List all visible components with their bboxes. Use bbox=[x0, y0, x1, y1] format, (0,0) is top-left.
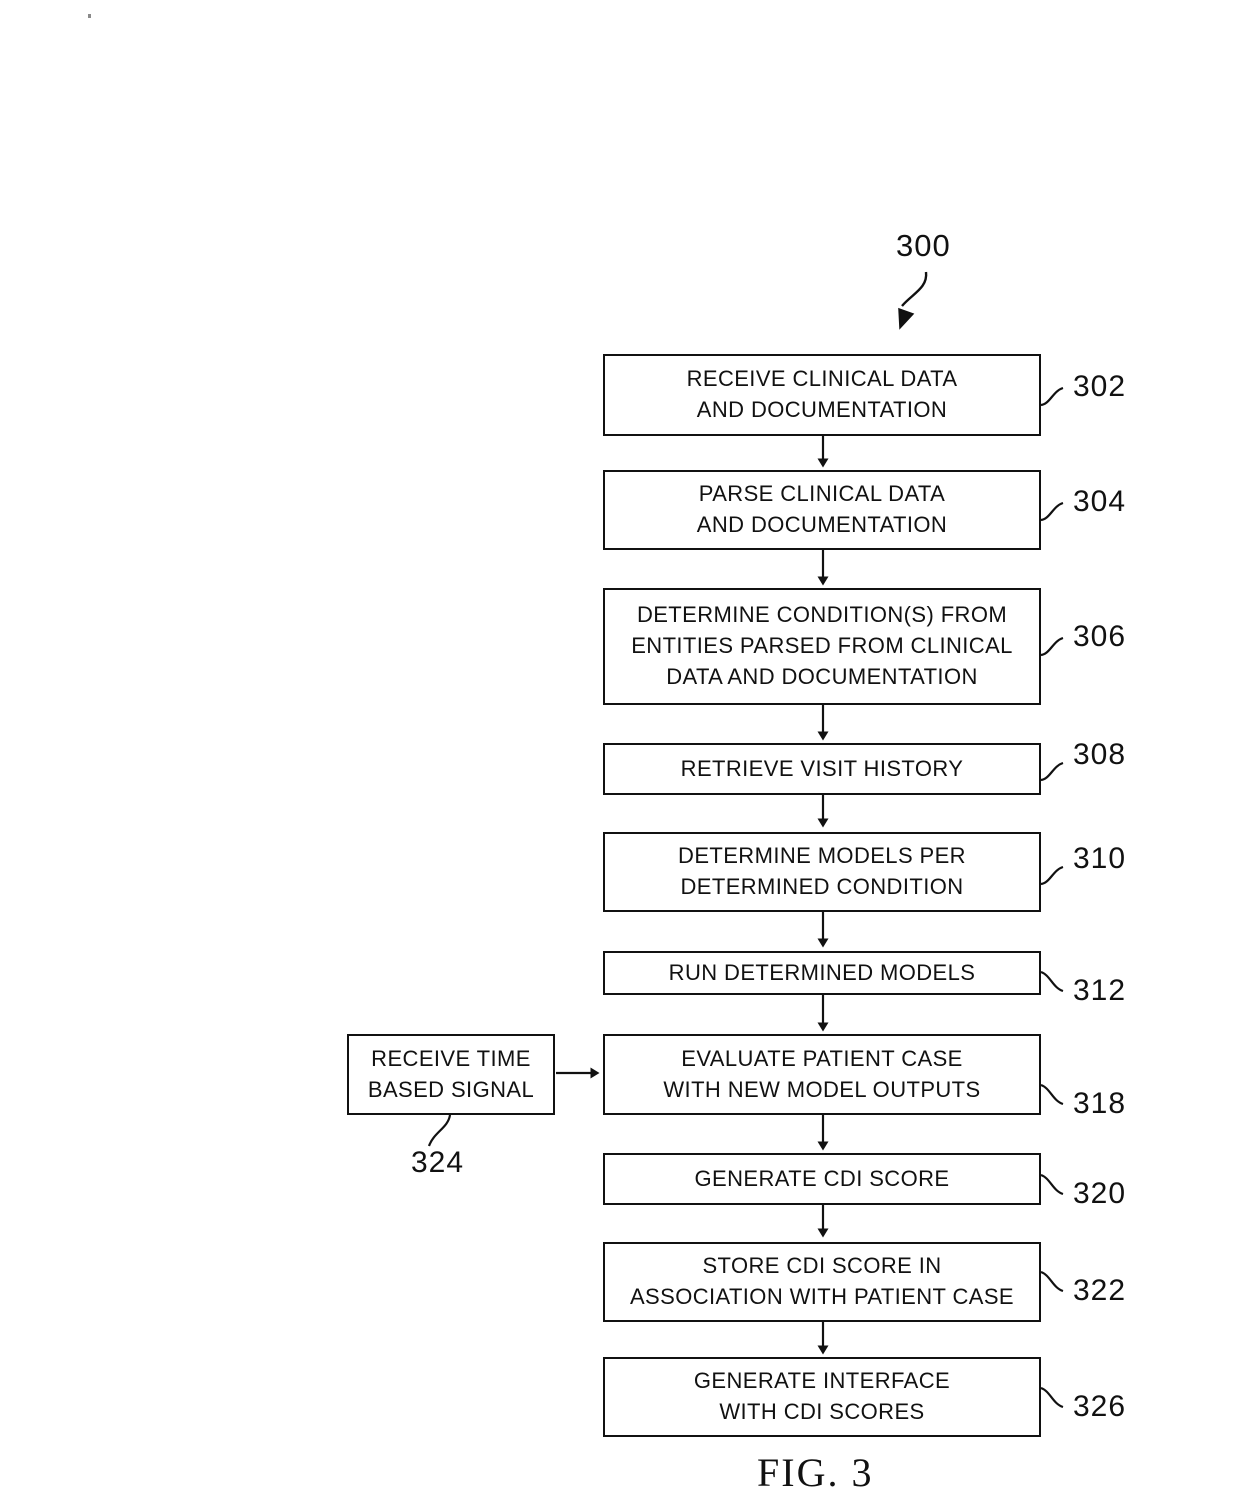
leader-line-322 bbox=[1040, 1270, 1064, 1293]
figure-reference-300: 300 bbox=[896, 228, 951, 263]
leader-line-326 bbox=[1040, 1386, 1064, 1409]
step-evaluate-patient-case[interactable]: EVALUATE PATIENT CASE WITH NEW MODEL OUT… bbox=[603, 1034, 1041, 1115]
reference-numeral-312: 312 bbox=[1073, 974, 1127, 1007]
step-310-line-2: DETERMINED CONDITION bbox=[680, 874, 964, 899]
leader-arrowhead-300 bbox=[898, 307, 915, 330]
step-306-line-2: ENTITIES PARSED FROM CLINICAL bbox=[631, 633, 1013, 659]
step-324-line-1: RECEIVE TIME bbox=[371, 1045, 531, 1071]
step-310-line-1: DETERMINE MODELS PER bbox=[678, 843, 966, 869]
reference-numeral-322: 322 bbox=[1073, 1274, 1127, 1307]
step-322-line-1: STORE CDI SCORE IN bbox=[702, 1253, 942, 1279]
step-generate-interface[interactable]: GENERATE INTERFACE WITH CDI SCORES bbox=[603, 1357, 1041, 1437]
leader-line-312 bbox=[1040, 970, 1064, 993]
leader-line-308 bbox=[1040, 761, 1064, 782]
leader-line-306 bbox=[1040, 636, 1064, 657]
step-322-line-2: ASSOCIATION WITH PATIENT CASE bbox=[629, 1284, 1014, 1309]
reference-numeral-324: 324 bbox=[411, 1146, 465, 1179]
reference-numeral-306: 306 bbox=[1073, 620, 1127, 653]
leader-line-302 bbox=[1040, 386, 1064, 407]
reference-numeral-310: 310 bbox=[1073, 842, 1127, 875]
step-generate-cdi-score[interactable]: GENERATE CDI SCORE bbox=[603, 1153, 1041, 1205]
step-306-line-3: DATA AND DOCUMENTATION bbox=[666, 663, 978, 689]
step-store-cdi-score[interactable]: STORE CDI SCORE IN ASSOCIATION WITH PATI… bbox=[603, 1242, 1041, 1322]
step-326-line-2: WITH CDI SCORES bbox=[719, 1399, 925, 1424]
step-302-line-2: AND DOCUMENTATION bbox=[696, 397, 948, 422]
step-run-determined-models[interactable]: RUN DETERMINED MODELS bbox=[603, 951, 1041, 995]
step-318-line-2: WITH NEW MODEL OUTPUTS bbox=[663, 1076, 981, 1102]
leader-line-324 bbox=[427, 1114, 452, 1147]
step-receive-time-based-signal[interactable]: RECEIVE TIME BASED SIGNAL bbox=[347, 1034, 555, 1115]
page-artifact-speck bbox=[88, 14, 91, 18]
step-determine-conditions[interactable]: DETERMINE CONDITION(S) FROM ENTITIES PAR… bbox=[603, 588, 1041, 705]
leader-line-310 bbox=[1040, 865, 1064, 886]
step-326-line-1: GENERATE INTERFACE bbox=[693, 1368, 951, 1394]
step-304-line-2: AND DOCUMENTATION bbox=[696, 512, 948, 537]
step-receive-clinical-data[interactable]: RECEIVE CLINICAL DATA AND DOCUMENTATION bbox=[603, 354, 1041, 436]
step-312-line-1: RUN DETERMINED MODELS bbox=[668, 959, 976, 985]
reference-numeral-318: 318 bbox=[1073, 1087, 1127, 1120]
reference-numeral-302: 302 bbox=[1073, 370, 1127, 403]
leader-line-318 bbox=[1040, 1083, 1064, 1106]
reference-numeral-304: 304 bbox=[1073, 485, 1127, 518]
figure-caption: FIG. 3 bbox=[757, 1450, 874, 1495]
step-determine-models[interactable]: DETERMINE MODELS PER DETERMINED CONDITIO… bbox=[603, 832, 1041, 912]
reference-numeral-326: 326 bbox=[1073, 1390, 1127, 1423]
step-parse-clinical-data[interactable]: PARSE CLINICAL DATA AND DOCUMENTATION bbox=[603, 470, 1041, 550]
step-304-line-1: PARSE CLINICAL DATA bbox=[698, 481, 946, 507]
reference-numeral-320: 320 bbox=[1073, 1177, 1127, 1210]
step-324-line-2: BASED SIGNAL bbox=[367, 1076, 535, 1102]
step-320-line-1: GENERATE CDI SCORE bbox=[694, 1165, 950, 1191]
step-302-line-1: RECEIVE CLINICAL DATA bbox=[686, 366, 958, 392]
leader-line-320 bbox=[1040, 1173, 1064, 1196]
step-318-line-1: EVALUATE PATIENT CASE bbox=[681, 1045, 963, 1071]
step-308-line-1: RETRIEVE VISIT HISTORY bbox=[680, 755, 964, 781]
step-306-line-1: DETERMINE CONDITION(S) FROM bbox=[636, 602, 1008, 628]
reference-numeral-308: 308 bbox=[1073, 738, 1127, 771]
leader-line-304 bbox=[1040, 501, 1064, 522]
step-retrieve-visit-history[interactable]: RETRIEVE VISIT HISTORY bbox=[603, 743, 1041, 795]
leader-line-300 bbox=[901, 271, 928, 307]
patent-figure-page: 300 RECEIVE CLINICAL DATA AND DOCUMENTAT… bbox=[0, 0, 1240, 1510]
